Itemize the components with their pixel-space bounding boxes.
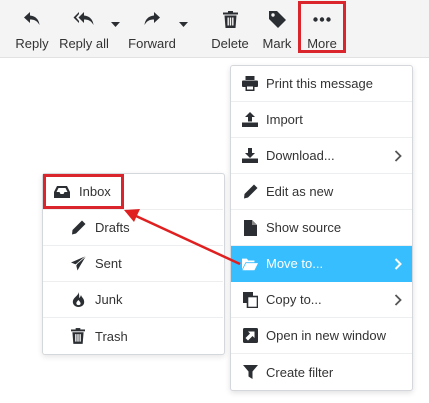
menu-item-label: Show source [266, 220, 342, 235]
folder-item-drafts[interactable]: Drafts [43, 210, 223, 246]
more-actions-menu: Print this message Import Download... Ed… [230, 65, 413, 391]
menu-item-move-to[interactable]: Move to... [231, 246, 412, 282]
upload-icon [242, 112, 258, 128]
menu-item-show-source[interactable]: Show source [231, 210, 412, 246]
menu-item-label: Print this message [266, 76, 373, 91]
inbox-highlight-box [43, 174, 124, 209]
menu-item-create-filter[interactable]: Create filter [231, 354, 412, 390]
menu-item-open-new-window[interactable]: Open in new window [231, 318, 412, 354]
forward-icon [143, 8, 161, 30]
folder-item-label: Sent [95, 256, 122, 271]
menu-item-label: Edit as new [266, 184, 334, 199]
forward-dropdown-caret[interactable] [178, 20, 188, 30]
reply-icon [23, 8, 41, 30]
menu-item-label: Copy to... [266, 292, 322, 307]
print-icon [242, 76, 258, 92]
delete-button[interactable]: Delete [210, 6, 250, 52]
reply-all-label: Reply all [59, 36, 109, 51]
tag-icon [268, 8, 286, 30]
fire-icon [70, 292, 86, 308]
chevron-right-icon [394, 150, 402, 162]
mark-label: Mark [262, 36, 292, 51]
menu-item-label: Import [266, 112, 303, 127]
folder-item-label: Drafts [95, 220, 130, 235]
file-icon [242, 219, 258, 236]
download-icon [242, 148, 258, 164]
reply-all-icon [73, 8, 95, 30]
mark-button[interactable]: Mark [258, 6, 296, 52]
menu-item-label: Download... [266, 148, 335, 163]
pencil-icon [242, 184, 258, 200]
menu-item-print[interactable]: Print this message [231, 66, 412, 102]
message-toolbar: Reply Reply all Forward Delete Mark More [0, 0, 429, 58]
folder-item-trash[interactable]: Trash [43, 318, 223, 354]
forward-label: Forward [128, 36, 176, 51]
menu-item-label: Move to... [266, 256, 324, 271]
forward-button[interactable]: Forward [126, 6, 178, 52]
reply-all-dropdown-caret[interactable] [110, 20, 120, 30]
folder-item-label: Junk [95, 292, 123, 307]
trash-icon [70, 328, 86, 344]
pencil-icon [70, 220, 86, 236]
filter-icon [242, 364, 258, 380]
reply-all-button[interactable]: Reply all [58, 6, 110, 52]
copy-icon [242, 291, 258, 308]
folder-item-label: Trash [95, 328, 128, 344]
folder-item-junk[interactable]: Junk [43, 282, 223, 318]
menu-item-copy-to[interactable]: Copy to... [231, 282, 412, 318]
paper-plane-icon [70, 256, 86, 272]
reply-button[interactable]: Reply [13, 6, 51, 52]
menu-item-download[interactable]: Download... [231, 138, 412, 174]
folder-open-icon [242, 256, 258, 272]
menu-item-edit-as-new[interactable]: Edit as new [231, 174, 412, 210]
menu-item-label: Open in new window [266, 328, 386, 343]
menu-item-label: Create filter [266, 364, 334, 380]
reply-label: Reply [15, 36, 49, 51]
delete-label: Delete [211, 36, 249, 51]
chevron-right-icon [394, 294, 402, 306]
trash-icon [222, 8, 238, 30]
chevron-right-icon [394, 258, 402, 270]
folder-item-sent[interactable]: Sent [43, 246, 223, 282]
external-window-icon [242, 328, 258, 344]
menu-item-import[interactable]: Import [231, 102, 412, 138]
more-button-highlight [298, 1, 346, 53]
